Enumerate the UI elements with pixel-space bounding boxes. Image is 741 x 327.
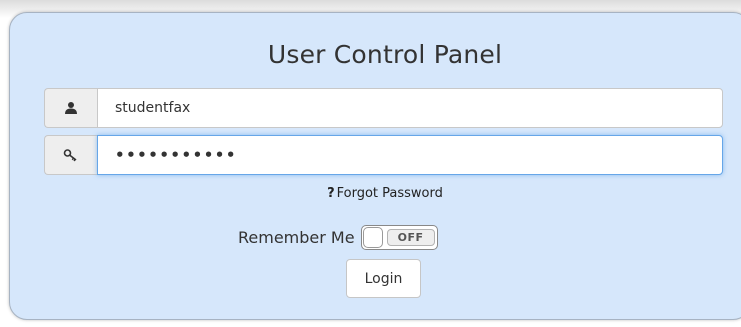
forgot-password: ? Forgot Password [0,186,741,201]
panel-title: User Control Panel [267,40,503,69]
toggle-knob [362,226,383,248]
password-group [44,135,723,175]
key-icon [44,135,97,175]
forgot-password-link[interactable]: Forgot Password [337,186,443,201]
username-group [44,88,723,128]
password-field[interactable] [97,135,723,175]
remember-me: Remember Me OFF [238,224,438,250]
remember-me-label: Remember Me [238,227,355,247]
remember-me-toggle[interactable]: OFF [360,224,438,250]
question-mark-icon: ? [327,186,335,201]
login-button[interactable]: Login [346,259,421,298]
username-field[interactable] [97,88,723,128]
toggle-state-label: OFF [386,228,435,246]
user-icon [44,88,97,128]
